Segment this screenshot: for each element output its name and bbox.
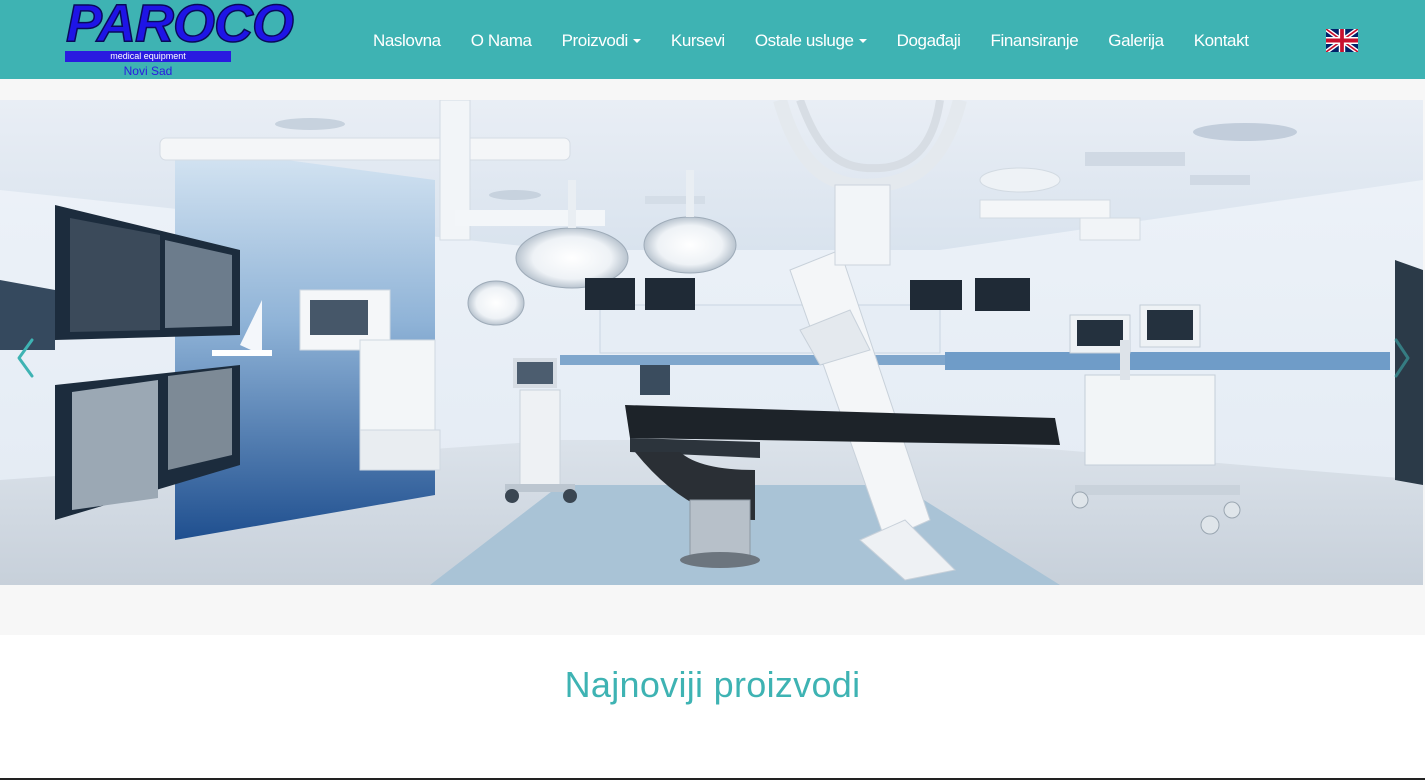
uk-flag-icon[interactable]: [1326, 29, 1358, 52]
chevron-left-icon[interactable]: [10, 332, 40, 384]
operating-room-illustration: [0, 100, 1423, 585]
latest-products-heading: Najnoviji proizvodi: [564, 664, 861, 705]
caret-down-icon: [632, 39, 641, 43]
logo-wordmark: PAROCO: [65, 0, 295, 54]
hero-top-spacer: [0, 79, 1425, 100]
nav-label: Kontakt: [1193, 31, 1249, 50]
chevron-right-icon[interactable]: [1388, 332, 1414, 384]
nav-kursevi[interactable]: Kursevi: [656, 0, 740, 79]
nav-label: Proizvodi: [561, 31, 629, 50]
nav-label: Naslovna: [373, 31, 441, 50]
nav-kontakt[interactable]: Kontakt: [1179, 0, 1264, 79]
nav-label: Galerija: [1108, 31, 1164, 50]
logo-city: Novi Sad: [123, 64, 173, 78]
main-nav: Naslovna O Nama Proizvodi Kursevi Ostale…: [358, 0, 1264, 79]
logo-tagline: medical equipment: [110, 51, 186, 61]
top-navbar: PAROCO medical equipment Novi Sad Naslov…: [0, 0, 1425, 79]
hero-carousel-image: [0, 100, 1423, 585]
nav-proizvodi-dropdown[interactable]: Proizvodi: [547, 0, 656, 79]
nav-ostale-usluge-dropdown[interactable]: Ostale usluge: [740, 0, 882, 79]
nav-naslovna[interactable]: Naslovna: [358, 0, 456, 79]
paroco-logo[interactable]: PAROCO medical equipment Novi Sad: [64, 0, 295, 80]
nav-label: Ostale usluge: [754, 31, 854, 50]
nav-galerija[interactable]: Galerija: [1093, 0, 1178, 79]
nav-finansiranje[interactable]: Finansiranje: [975, 0, 1093, 79]
caret-down-icon: [858, 39, 867, 43]
hero-bottom-spacer: [0, 585, 1425, 635]
nav-o-nama[interactable]: O Nama: [456, 0, 547, 79]
nav-label: Kursevi: [670, 31, 725, 50]
nav-label: O Nama: [470, 31, 532, 50]
nav-label: Događaji: [896, 31, 961, 50]
nav-dogadjaji[interactable]: Događaji: [882, 0, 976, 79]
nav-label: Finansiranje: [990, 31, 1079, 50]
